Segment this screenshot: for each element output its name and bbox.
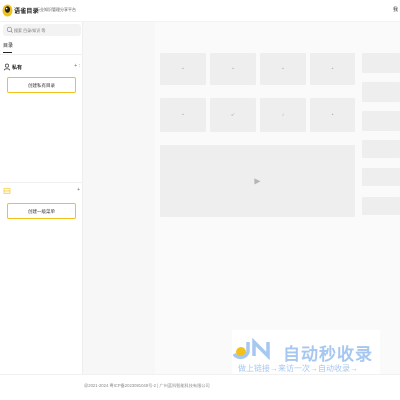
shared-section-header[interactable]: + [3,187,81,197]
play-icon: ▶ [254,176,261,186]
arrow-placeholder-icon: ↙ [230,112,236,118]
watermark-logo [232,337,270,360]
skeleton-tile: ▪ [160,98,206,132]
header-user-link[interactable]: 我 [393,6,398,13]
skeleton-tile: ▪ [210,53,256,85]
image-placeholder-icon: ▪ [331,66,334,72]
skeleton-side-card [362,140,400,158]
skeleton-side-card [362,111,400,131]
skeleton-tile: ▪ [160,53,206,85]
watermark-banner: 自动秒收录 做上链接→来访一次→自动收录→ [232,330,380,376]
create-top-menu-button[interactable]: 创建一级菜单 [7,203,76,219]
list-icon [3,188,11,194]
skeleton-video-block: ▶ [160,145,355,217]
user-icon [3,63,11,71]
footer-copyright[interactable]: @2021-2024 粤ICP备2023081048号-2 | 广州蓝科智能科技… [84,383,210,389]
watermark-title: 自动秒收录 [283,345,373,364]
search-input[interactable] [14,25,78,35]
private-section-header[interactable]: 私有 + : [3,63,81,73]
image-placeholder-icon: ▪ [331,112,334,118]
sidebar: 目录 私有 + : 创建私有目录 + 创建一级菜单 [0,22,83,374]
image-placeholder-icon: ▪ [182,112,184,118]
skeleton-side-card [362,82,400,102]
watermark-subtitle: 做上链接→来访一次→自动收录→ [238,364,358,373]
search-icon [6,26,13,33]
image-placeholder-icon: ▪ [232,66,234,72]
private-section-title: 私有 [12,65,23,71]
sidebar-divider [0,54,83,55]
skeleton-tile: ▪ [310,98,355,132]
private-section-actions[interactable]: + : [74,63,80,69]
sidebar-divider [0,182,83,183]
skeleton-tile: ▪ [260,53,306,85]
image-placeholder-icon: ▪ [182,66,184,72]
music-placeholder-icon: ♪ [281,112,285,118]
tab-active-indicator [3,52,12,53]
skeleton-side-card [362,197,400,215]
search-box[interactable] [3,24,81,36]
tab-directory[interactable]: 目录 [3,42,13,49]
brand-tagline: 行业知识管理分享平台 [36,7,76,12]
footer: @2021-2024 粤ICP备2023081048号-2 | 广州蓝科智能科技… [0,374,400,400]
skeleton-tile: ♪ [260,98,306,132]
image-placeholder-icon: ▪ [282,66,284,72]
skeleton-tile: ▪ [310,53,355,85]
skeleton-side-card [362,168,400,186]
shared-section-add[interactable]: + [77,187,80,193]
create-private-directory-button[interactable]: 创建私有目录 [7,77,76,93]
logo-icon[interactable] [2,3,13,17]
skeleton-tile: ↙ [210,98,256,132]
top-header: 语雀目录 行业知识管理分享平台 我 [0,0,400,22]
skeleton-side-card [362,53,400,73]
